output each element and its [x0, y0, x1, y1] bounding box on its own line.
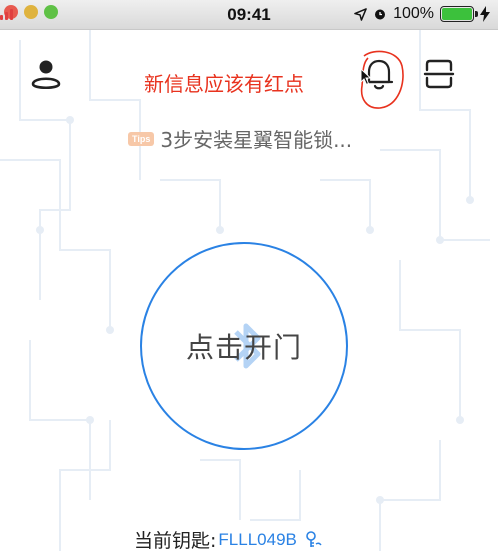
current-key-id: FLLL049B: [218, 529, 297, 549]
charging-bolt-icon: [480, 6, 490, 22]
tip-text: 3步安装星翼智能锁...: [160, 128, 353, 152]
scan-icon[interactable]: [422, 58, 456, 90]
location-arrow-icon: [354, 7, 367, 21]
mouse-pointer-icon: [360, 68, 372, 86]
battery-percent: 100%: [393, 5, 434, 22]
status-bar: 09:41 100%: [0, 0, 498, 30]
annotation-note: 新信息应该有红点: [144, 72, 304, 96]
user-profile-icon[interactable]: [28, 58, 64, 92]
install-tip-banner[interactable]: Tips 3步安装星翼智能锁...: [128, 124, 352, 153]
tip-badge: Tips: [128, 131, 155, 146]
status-indicators: 100%: [354, 5, 490, 23]
alarm-icon: [375, 9, 386, 20]
current-key-row[interactable]: 当前钥匙: FLLL049B: [134, 526, 323, 551]
unlock-label: 点击开门: [185, 331, 302, 364]
key-switch-icon[interactable]: [303, 530, 323, 550]
current-key-label: 当前钥匙:: [134, 530, 217, 551]
battery-icon: [440, 6, 478, 22]
unlock-door-button[interactable]: 点击开门: [140, 242, 348, 450]
